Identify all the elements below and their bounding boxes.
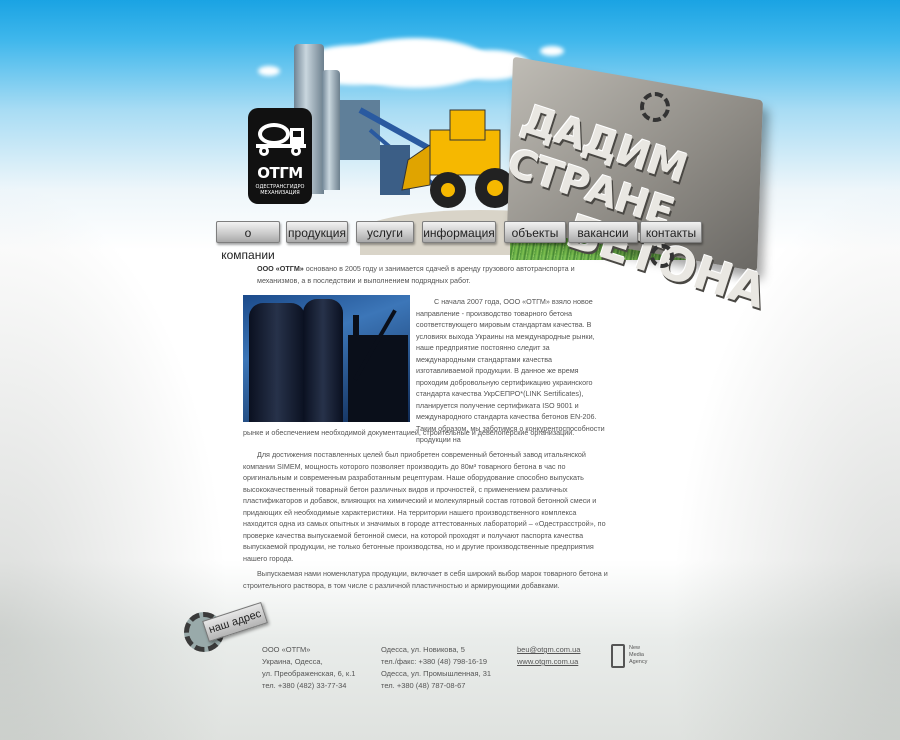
photo-structure [353, 315, 359, 375]
gear-icon [650, 244, 674, 268]
footer-line: Одесса, ул. Новикова, 5 [381, 645, 465, 654]
photo-silo [303, 299, 343, 422]
nav-item-products[interactable]: продукция [286, 221, 348, 243]
gear-icon [640, 92, 670, 122]
agency-line: New [629, 645, 641, 651]
footer-line: тел. +380 (48) 787-08-67 [381, 681, 466, 690]
footer-line: Украина, Одесса, [262, 657, 323, 666]
footer-links: beu@otgm.com.ua www.otgm.com.ua [517, 644, 580, 668]
nav-item-services[interactable]: услуги [356, 221, 414, 243]
footer-office-addresses: Одесса, ул. Новикова, 5 тел./факс: +380 … [381, 644, 491, 692]
agency-line: Agency [629, 659, 648, 665]
paragraph-concrete-production-cont: рынке и обеспечением необходимой докумен… [243, 428, 575, 437]
agency-mark-icon [611, 644, 625, 668]
intro-company: ООО «ОТГМ» [257, 264, 304, 273]
company-logo[interactable]: ОТГМ ОДЕСТРАНСГИДРО МЕХАНИЗАЦИЯ [248, 108, 312, 204]
paragraph-equipment: Для достижения поставленных целей был пр… [243, 450, 606, 563]
paragraph-products: Выпускаемая нами номенклатура продукции,… [243, 569, 608, 590]
agency-name: New Media Agency [629, 645, 647, 666]
email-link[interactable]: beu@otgm.com.ua [517, 645, 580, 654]
intro-text: основано в 2005 году и занимается сдачей… [257, 264, 575, 285]
nav-item-contacts[interactable]: контакты [640, 221, 702, 243]
website-link[interactable]: www.otgm.com.ua [517, 657, 578, 666]
mixer-truck-icon [256, 123, 306, 156]
logo-name: ОТГМ [257, 164, 303, 182]
paragraph-concrete-production: С начала 2007 года, ООО «ОТГМ» взяло нов… [416, 297, 605, 444]
nav-item-about[interactable]: о компании [216, 221, 280, 262]
photo-silo [249, 303, 305, 422]
footer-line: ул. Преображенская, 6, к.1 [262, 669, 356, 678]
footer-company-address: ООО «ОТГМ» Украина, Одесса, ул. Преображ… [262, 644, 355, 692]
main-nav: о компании продукция услуги информация о… [216, 221, 702, 262]
plant-photo [243, 295, 410, 422]
agency-line: Media [629, 652, 644, 658]
nav-item-information[interactable]: информация [422, 221, 496, 243]
logo-subtitle: ОДЕСТРАНСГИДРО МЕХАНИЗАЦИЯ [255, 184, 305, 196]
nav-item-vacancies[interactable]: вакансии [568, 221, 638, 243]
agency-logo[interactable]: New Media Agency [611, 644, 661, 670]
footer-line: Одесса, ул. Промышленная, 31 [381, 669, 492, 678]
nav-item-objects[interactable]: объекты [504, 221, 566, 243]
footer-line: тел./факс: +380 (48) 798-16-19 [381, 657, 488, 666]
intro-paragraph: ООО «ОТГМ» основано в 2005 году и занима… [243, 263, 609, 286]
grunge-left-decoration [0, 180, 230, 740]
address-tag: наш адрес [202, 601, 268, 643]
footer-line: тел. +380 (482) 33-77-34 [262, 681, 347, 690]
footer-line: ООО «ОТГМ» [262, 645, 311, 654]
